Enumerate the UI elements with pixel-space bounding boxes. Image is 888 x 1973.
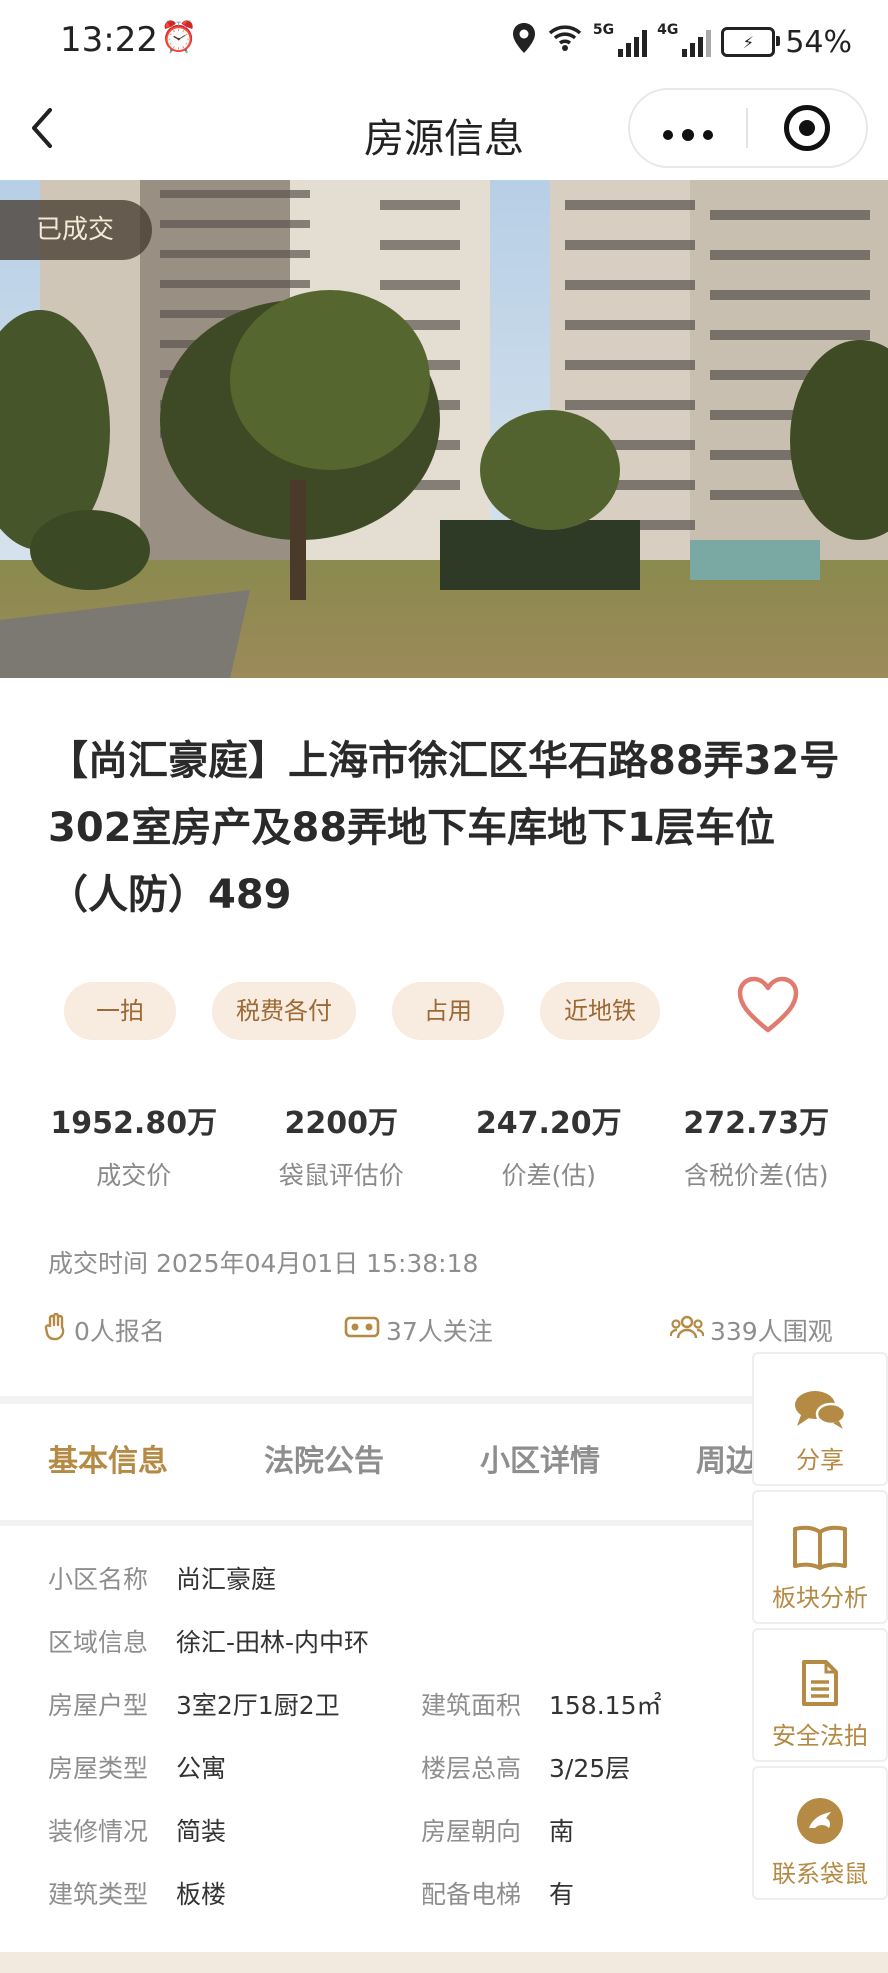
stat-price-diff: 247.20万 价差(估)	[445, 1098, 653, 1192]
vr-glasses-icon	[344, 1315, 380, 1345]
info-label: 楼层总高	[421, 1754, 522, 1783]
info-value: 公寓	[176, 1754, 227, 1783]
stat-value: 272.73万	[683, 1106, 830, 1141]
miniprogram-capsule	[628, 88, 868, 168]
safe-auction-label: 安全法拍	[772, 1722, 868, 1750]
house-title: 【尚汇豪庭】上海市徐汇区华石路88弄32号302室房产及88弄地下车库地下1层车…	[48, 738, 840, 918]
stat-appraisal: 2200万 袋鼠评估价	[238, 1098, 446, 1192]
follow-metric: 37人关注	[344, 1312, 493, 1348]
info-label: 配备电梯	[421, 1880, 522, 1909]
network-type-5g: 5G	[592, 22, 615, 38]
tab-surroundings[interactable]: 周边	[696, 1436, 756, 1480]
people-icon	[669, 1314, 705, 1346]
tag-list: 一拍 税费各付 占用 近地铁	[64, 982, 660, 1040]
info-value: 简装	[176, 1817, 227, 1846]
follow-count: 37人关注	[386, 1317, 493, 1346]
info-row: 区域信息 徐汇-田林-内中环	[48, 1623, 748, 1686]
info-label: 建筑类型	[48, 1880, 149, 1909]
stat-price-diff-tax: 272.73万 含税价差(估)	[653, 1098, 861, 1192]
info-label: 房屋朝向	[421, 1817, 522, 1846]
book-icon	[754, 1508, 886, 1570]
info-label: 房屋类型	[48, 1754, 149, 1783]
info-row: 小区名称 尚汇豪庭	[48, 1560, 748, 1623]
info-row: 建筑类型 板楼 配备电梯 有	[48, 1875, 748, 1938]
info-value: 有	[549, 1880, 575, 1909]
tab-community-detail[interactable]: 小区详情	[480, 1436, 600, 1480]
signal-icon-2	[682, 27, 712, 57]
sector-analysis-button[interactable]: 板块分析	[752, 1490, 888, 1624]
info-value: 徐汇-田林-内中环	[176, 1628, 370, 1657]
info-label: 房屋户型	[48, 1691, 149, 1720]
info-label: 建筑面积	[421, 1691, 522, 1720]
tab-basic-info[interactable]: 基本信息	[48, 1436, 168, 1480]
stat-label: 成交价	[96, 1161, 172, 1190]
stat-label: 价差(估)	[501, 1161, 596, 1190]
info-row: 房屋户型 3室2厅1厨2卫 建筑面积 158.15㎡	[48, 1686, 748, 1749]
signup-count: 0人报名	[74, 1317, 165, 1346]
tag-occupied: 占用	[392, 982, 504, 1040]
safe-auction-button[interactable]: 安全法拍	[752, 1628, 888, 1762]
tag-auction-round: 一拍	[64, 982, 176, 1040]
info-label: 区域信息	[48, 1628, 149, 1657]
alarm-icon: ⏰	[160, 20, 198, 55]
kangaroo-logo-icon	[754, 1784, 886, 1846]
deal-status-badge: 已成交	[0, 200, 153, 260]
contact-button[interactable]: 联系袋鼠	[752, 1766, 888, 1900]
stat-label: 袋鼠评估价	[278, 1161, 404, 1190]
info-row: 房屋类型 公寓 楼层总高 3/25层	[48, 1749, 748, 1812]
info-value: 尚汇豪庭	[176, 1565, 277, 1594]
info-label: 小区名称	[48, 1565, 149, 1594]
favorite-heart-icon[interactable]	[736, 976, 800, 1038]
info-value: 3室2厅1厨2卫	[176, 1691, 340, 1720]
battery-level: 54%	[785, 24, 852, 60]
nav-bar: 房源信息	[0, 84, 888, 178]
signal-icon	[618, 27, 648, 57]
document-icon	[754, 1646, 886, 1708]
info-value: 板楼	[176, 1880, 227, 1909]
stat-label: 含税价差(估)	[683, 1161, 829, 1190]
target-icon	[784, 105, 830, 151]
more-button[interactable]	[630, 113, 746, 143]
price-stats: 1952.80万 成交价 2200万 袋鼠评估价 247.20万 价差(估) 2…	[30, 1098, 860, 1192]
info-value: 158.15㎡	[549, 1691, 662, 1720]
tag-near-metro: 近地铁	[540, 982, 660, 1040]
network-type-4g: 4G	[657, 22, 679, 38]
clock: 13:22	[60, 20, 158, 60]
stat-value: 247.20万	[475, 1106, 622, 1141]
bottom-bar-edge	[0, 1952, 888, 1973]
signup-metric: 0人报名	[44, 1312, 165, 1348]
status-icons: 5G 4G ⚡ 54%	[511, 22, 852, 62]
info-label: 装修情况	[48, 1817, 149, 1846]
close-miniprogram-button[interactable]	[748, 105, 866, 151]
hand-icon	[44, 1312, 68, 1347]
share-button[interactable]: 分享	[752, 1352, 888, 1486]
view-count: 339人围观	[710, 1317, 833, 1346]
wifi-icon	[547, 23, 583, 61]
stat-value: 2200万	[284, 1106, 399, 1141]
stat-deal-price: 1952.80万 成交价	[30, 1098, 238, 1192]
info-value: 南	[549, 1817, 575, 1846]
basic-info: 小区名称 尚汇豪庭 区域信息 徐汇-田林-内中环 房屋户型 3室2厅1厨2卫 建…	[48, 1560, 748, 1938]
engagement-metrics: 0人报名 37人关注 339人围观	[44, 1312, 844, 1348]
tab-court-notice[interactable]: 法院公告	[264, 1436, 384, 1480]
info-row: 装修情况 简装 房屋朝向 南	[48, 1812, 748, 1875]
tag-tax: 税费各付	[212, 982, 356, 1040]
share-label: 分享	[796, 1446, 844, 1474]
battery-icon: ⚡	[721, 27, 781, 57]
contact-label: 联系袋鼠	[772, 1860, 868, 1888]
stat-value: 1952.80万	[50, 1106, 218, 1141]
info-value: 3/25层	[549, 1754, 631, 1783]
view-metric: 339人围观	[669, 1312, 833, 1348]
sector-analysis-label: 板块分析	[772, 1584, 868, 1612]
location-icon	[511, 22, 537, 62]
status-bar: 13:22 ⏰ 5G 4G ⚡ 54%	[0, 0, 888, 84]
deal-time: 成交时间 2025年04月01日 15:38:18	[48, 1249, 479, 1278]
detail-tabs: 基本信息 法院公告 小区详情 周边	[48, 1436, 852, 1480]
chat-bubbles-icon	[754, 1370, 886, 1432]
